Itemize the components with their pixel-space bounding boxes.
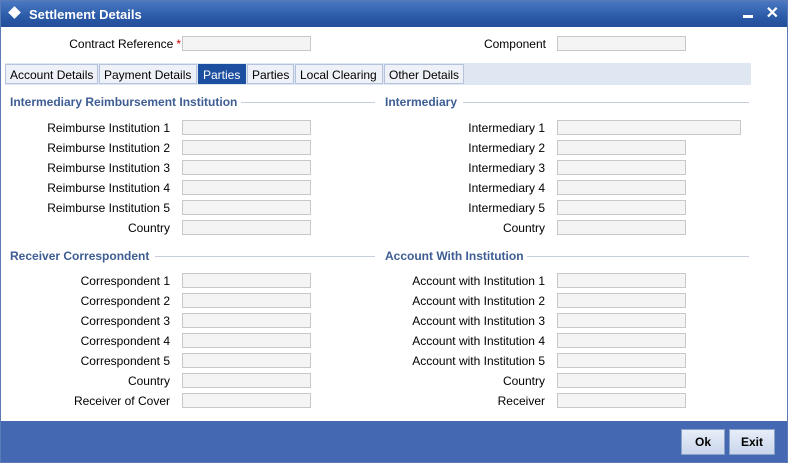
footer-bar xyxy=(1,421,787,462)
correspondent-4-label: Correspondent 4 xyxy=(80,334,170,348)
account-with-institution-5-label: Account with Institution 5 xyxy=(412,354,545,368)
reimburse-country-label: Country xyxy=(127,221,170,235)
section-divider xyxy=(155,256,375,257)
settlement-details-window: Settlement Details ✕ Contract Reference *… xyxy=(0,0,788,463)
intermediary-2-input[interactable] xyxy=(557,140,686,155)
account-with-country-label: Country xyxy=(502,374,545,388)
receiver-label: Receiver xyxy=(497,394,545,408)
required-mark: * xyxy=(176,37,181,51)
account-with-institution-3-input[interactable] xyxy=(557,313,686,328)
section-title-intermediary: Intermediary xyxy=(385,95,458,109)
tab-parties-1[interactable]: Parties xyxy=(198,64,246,84)
account-with-institution-1-input[interactable] xyxy=(557,273,686,288)
minimize-icon[interactable] xyxy=(735,5,754,23)
reimburse-institution-2-label: Reimburse Institution 2 xyxy=(47,141,170,155)
component-label: Component xyxy=(483,37,546,51)
receiver-input[interactable] xyxy=(557,393,686,408)
correspondent-1-label: Correspondent 1 xyxy=(80,274,170,288)
reimburse-institution-1-label: Reimburse Institution 1 xyxy=(47,121,170,135)
intermediary-2-label: Intermediary 2 xyxy=(468,141,545,155)
account-with-institution-4-input[interactable] xyxy=(557,333,686,348)
section-title-account-with-institution: Account With Institution xyxy=(385,249,524,263)
correspondent-3-label: Correspondent 3 xyxy=(80,314,170,328)
intermediary-4-label: Intermediary 4 xyxy=(468,181,545,195)
correspondent-country-input[interactable] xyxy=(182,373,311,388)
reimburse-institution-2-input[interactable] xyxy=(182,140,311,155)
contract-reference-label-text: Contract Reference xyxy=(69,37,174,51)
account-with-institution-2-input[interactable] xyxy=(557,293,686,308)
intermediary-4-input[interactable] xyxy=(557,180,686,195)
exit-button[interactable]: Exit xyxy=(729,429,775,455)
section-divider xyxy=(463,102,749,103)
correspondent-5-input[interactable] xyxy=(182,353,311,368)
component-input[interactable] xyxy=(557,36,686,51)
account-with-institution-3-label: Account with Institution 3 xyxy=(412,314,545,328)
account-with-country-input[interactable] xyxy=(557,373,686,388)
account-with-institution-5-input[interactable] xyxy=(557,353,686,368)
section-title-receiver-correspondent: Receiver Correspondent xyxy=(10,249,150,263)
reimburse-institution-3-input[interactable] xyxy=(182,160,311,175)
reimburse-institution-1-input[interactable] xyxy=(182,120,311,135)
close-icon[interactable]: ✕ xyxy=(766,3,779,23)
receiver-of-cover-label: Receiver of Cover xyxy=(73,394,170,408)
contract-reference-input[interactable] xyxy=(182,36,311,51)
intermediary-3-input[interactable] xyxy=(557,160,686,175)
contract-reference-label: Contract Reference * xyxy=(41,36,181,52)
ok-button[interactable]: Ok xyxy=(681,429,725,455)
intermediary-1-label: Intermediary 1 xyxy=(468,121,545,135)
correspondent-country-label: Country xyxy=(127,374,170,388)
tab-parties-2[interactable]: Parties xyxy=(247,64,294,84)
intermediary-5-label: Intermediary 5 xyxy=(468,201,545,215)
intermediary-country-label: Country xyxy=(502,221,545,235)
reimburse-institution-4-input[interactable] xyxy=(182,180,311,195)
intermediary-country-input[interactable] xyxy=(557,220,686,235)
account-with-institution-1-label: Account with Institution 1 xyxy=(412,274,545,288)
tab-local-clearing[interactable]: Local Clearing xyxy=(295,64,383,84)
intermediary-1-input[interactable] xyxy=(557,120,741,135)
reimburse-institution-5-label: Reimburse Institution 5 xyxy=(47,201,170,215)
reimburse-country-input[interactable] xyxy=(182,220,311,235)
intermediary-3-label: Intermediary 3 xyxy=(468,161,545,175)
correspondent-2-input[interactable] xyxy=(182,293,311,308)
title-bar: Settlement Details ✕ xyxy=(1,1,787,27)
receiver-of-cover-input[interactable] xyxy=(182,393,311,408)
account-with-institution-4-label: Account with Institution 4 xyxy=(412,334,545,348)
tab-other-details[interactable]: Other Details xyxy=(384,64,464,84)
tab-account-details[interactable]: Account Details xyxy=(5,64,98,84)
account-with-institution-2-label: Account with Institution 2 xyxy=(412,294,545,308)
section-title-intermediary-reimbursement: Intermediary Reimbursement Institution xyxy=(10,95,238,109)
tab-bar: Account Details Payment Details Parties … xyxy=(5,63,751,85)
reimburse-institution-3-label: Reimburse Institution 3 xyxy=(47,161,170,175)
section-divider xyxy=(241,102,375,103)
correspondent-4-input[interactable] xyxy=(182,333,311,348)
tab-payment-details[interactable]: Payment Details xyxy=(99,64,197,84)
section-divider xyxy=(527,256,749,257)
correspondent-3-input[interactable] xyxy=(182,313,311,328)
window-title: Settlement Details xyxy=(29,7,142,22)
correspondent-2-label: Correspondent 2 xyxy=(80,294,170,308)
intermediary-5-input[interactable] xyxy=(557,200,686,215)
window-diamond-icon xyxy=(8,6,21,19)
reimburse-institution-4-label: Reimburse Institution 4 xyxy=(47,181,170,195)
correspondent-1-input[interactable] xyxy=(182,273,311,288)
reimburse-institution-5-input[interactable] xyxy=(182,200,311,215)
correspondent-5-label: Correspondent 5 xyxy=(80,354,170,368)
